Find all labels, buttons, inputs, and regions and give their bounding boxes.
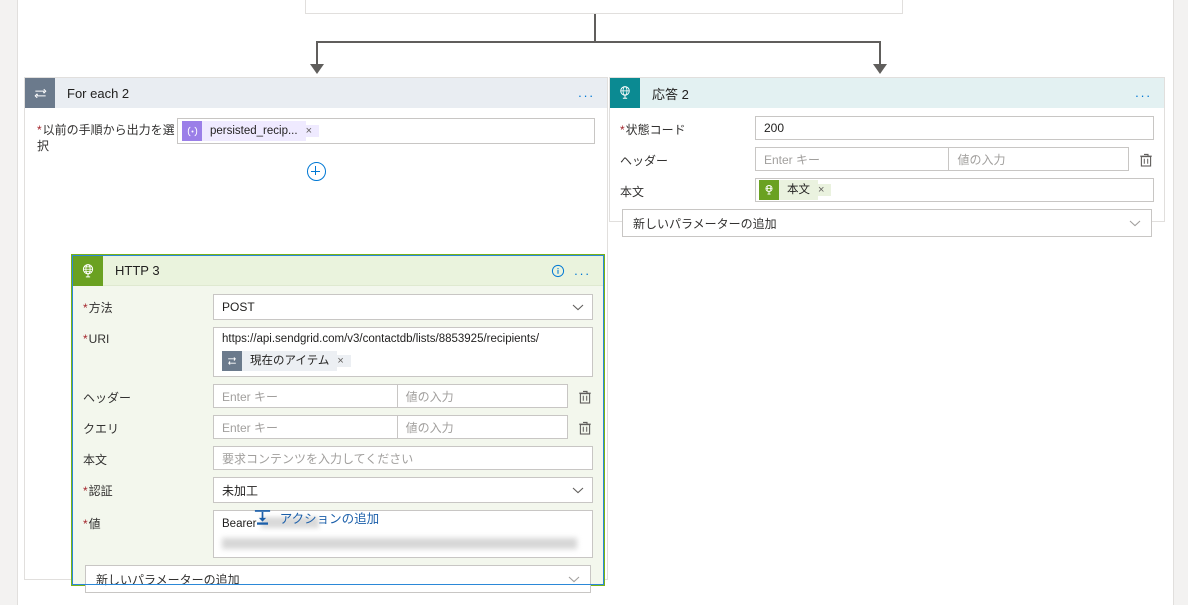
http-auth-value: 未加工	[222, 483, 259, 498]
trash-icon[interactable]	[577, 420, 593, 436]
http-method-row: *方法 POST	[83, 294, 593, 320]
http-body-row: 本文 要求コンテンツを入力してください	[83, 446, 593, 470]
response-status-label: *状態コード	[620, 123, 686, 137]
chevron-down-icon	[568, 576, 580, 583]
foreach-card-header[interactable]: For each 2 ...	[25, 78, 607, 108]
foreach-card[interactable]: For each 2 ... *以前の手順から出力を選択 persisted_r…	[24, 77, 608, 593]
http-more-button[interactable]: ...	[574, 264, 591, 277]
http-method-label: *方法	[83, 301, 113, 315]
add-action-button[interactable]: アクションの追加	[25, 508, 607, 527]
http-queries-label: クエリ	[83, 422, 120, 436]
http-query-value-input[interactable]: 値の入力	[397, 415, 569, 439]
required-asterisk: *	[83, 484, 88, 498]
token-chip-response-body[interactable]: 本文 ×	[759, 180, 832, 200]
http-uri-label: *URI	[83, 332, 110, 346]
http-card-title: HTTP 3	[115, 263, 160, 278]
token-chip-persisted-recipients[interactable]: persisted_recip... ×	[182, 121, 320, 141]
response-card-header[interactable]: 応答 2 ...	[610, 78, 1164, 108]
plus-icon[interactable]	[306, 162, 326, 181]
http-body-input[interactable]: 要求コンテンツを入力してください	[213, 446, 593, 470]
foreach-select-label: *以前の手順から出力を選択	[37, 123, 175, 153]
token-chip-remove-icon[interactable]: ×	[818, 184, 832, 196]
foreach-item-icon	[222, 351, 242, 371]
http-card-header[interactable]: HTTP 3 ...	[73, 255, 603, 286]
http-uri-input[interactable]: https://api.sendgrid.com/v3/contactdb/li…	[213, 327, 593, 377]
foreach-card-title: For each 2	[67, 85, 130, 101]
loop-icon	[25, 78, 55, 108]
add-action-icon	[253, 508, 272, 527]
http-headers-row: ヘッダー Enter キー 値の入力	[83, 384, 593, 408]
response-more-button[interactable]: ...	[1135, 86, 1152, 99]
response-status-row: *状態コード 200	[620, 116, 1154, 140]
trash-icon[interactable]	[1138, 152, 1154, 168]
foreach-more-button[interactable]: ...	[578, 86, 595, 99]
chevron-down-icon	[572, 304, 584, 311]
arrow-down-icon-right	[873, 64, 887, 74]
http-body-label: 本文	[83, 453, 108, 467]
http-query-key-input[interactable]: Enter キー	[213, 415, 398, 439]
token-chip-remove-icon[interactable]: ×	[337, 355, 351, 367]
http-action-card[interactable]: HTTP 3 ... *方法 POST *URI https://api.sen…	[71, 254, 605, 593]
http-method-value: POST	[222, 300, 255, 314]
http-add-parameter-dropdown[interactable]: 新しいパラメーターの追加	[85, 565, 591, 593]
required-asterisk: *	[620, 123, 625, 137]
connector-horizontal-bar	[316, 41, 881, 43]
response-headers-row: ヘッダー Enter キー 値の入力	[620, 147, 1154, 171]
required-asterisk: *	[83, 301, 88, 315]
http-method-select[interactable]: POST	[213, 294, 593, 320]
http-auth-label: *認証	[83, 484, 113, 498]
info-icon[interactable]	[551, 264, 565, 278]
http-queries-row: クエリ Enter キー 値の入力	[83, 415, 593, 439]
arrow-down-icon-left	[310, 64, 324, 74]
right-rail	[1173, 0, 1188, 605]
response-card-title: 応答 2	[652, 86, 689, 102]
response-body-icon	[759, 180, 779, 200]
token-chip-label: 本文	[779, 180, 818, 200]
required-asterisk: *	[83, 332, 88, 346]
http-add-parameter-label: 新しいパラメーターの追加	[96, 572, 240, 587]
token-chip-label: persisted_recip...	[202, 121, 306, 141]
left-rail	[0, 0, 18, 605]
trash-icon[interactable]	[577, 389, 593, 405]
response-body-row: 本文 本文 ×	[620, 178, 1154, 202]
response-add-parameter-label: 新しいパラメーターの追加	[633, 216, 777, 231]
add-action-label: アクションの追加	[279, 512, 380, 526]
chevron-down-icon	[1129, 220, 1141, 227]
foreach-select-field-row: *以前の手順から出力を選択 persisted_recip... ×	[37, 118, 595, 154]
connector-vertical-stub	[594, 14, 596, 42]
response-header-value-input[interactable]: 値の入力	[949, 147, 1130, 171]
token-chip-label: 現在のアイテム	[242, 351, 338, 371]
http-headers-label: ヘッダー	[83, 391, 132, 405]
response-icon	[610, 78, 640, 108]
token-chip-remove-icon[interactable]: ×	[305, 125, 320, 137]
response-add-parameter-dropdown[interactable]: 新しいパラメーターの追加	[622, 209, 1152, 237]
chevron-down-icon	[572, 487, 584, 494]
foreach-select-input[interactable]: persisted_recip... ×	[177, 118, 595, 144]
http-auth-row: *認証 未加工	[83, 477, 593, 503]
redacted-token-part2	[222, 538, 577, 549]
response-header-key-input[interactable]: Enter キー	[755, 147, 950, 171]
globe-icon	[73, 255, 103, 286]
http-header-key-input[interactable]: Enter キー	[213, 384, 398, 408]
http-uri-row: *URI https://api.sendgrid.com/v3/contact…	[83, 327, 593, 377]
response-body-label: 本文	[620, 185, 645, 199]
foreach-add-token-row	[37, 162, 595, 181]
designer-canvas: For each 2 ... *以前の手順から出力を選択 persisted_r…	[0, 0, 1188, 605]
http-uri-value: https://api.sendgrid.com/v3/contactdb/li…	[222, 333, 540, 345]
upstream-card-partial	[305, 0, 903, 14]
response-status-input[interactable]: 200	[755, 116, 1154, 140]
token-chip-current-item[interactable]: 現在のアイテム ×	[222, 351, 351, 371]
response-headers-label: ヘッダー	[620, 154, 669, 168]
required-asterisk: *	[37, 123, 42, 137]
response-body-input[interactable]: 本文 ×	[755, 178, 1154, 202]
response-card[interactable]: 応答 2 ... *状態コード 200 ヘッダー Enter キー 値の入力 本…	[609, 77, 1165, 237]
http-auth-select[interactable]: 未加工	[213, 477, 593, 503]
http-header-value-input[interactable]: 値の入力	[397, 384, 569, 408]
expression-icon	[182, 121, 202, 141]
